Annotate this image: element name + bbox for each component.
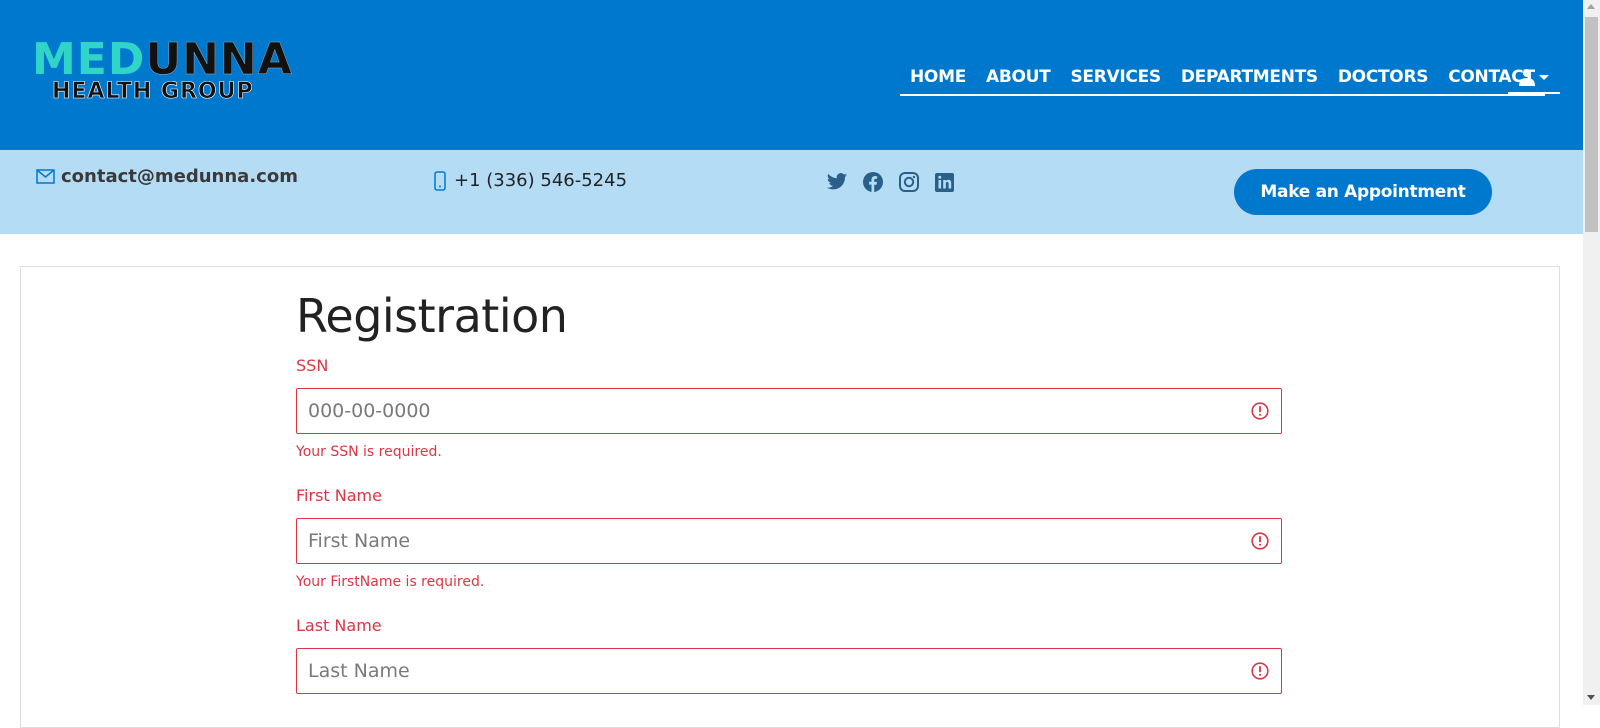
instagram-icon[interactable] [898, 171, 920, 193]
main-nav: HOME ABOUT SERVICES DEPARTMENTS DOCTORS … [900, 60, 1545, 96]
ssn-label: SSN [296, 356, 329, 375]
error-icon [1251, 532, 1269, 550]
last-name-input[interactable] [296, 648, 1282, 694]
site-header: MEDUNNA HEALTH GROUP HOME ABOUT SERVICES… [0, 0, 1583, 150]
contact-phone[interactable]: +1 (336) 546-5245 [434, 170, 627, 191]
scroll-up-arrow-icon[interactable] [1587, 4, 1595, 9]
user-icon [1519, 69, 1535, 86]
ssn-input-wrapper [296, 388, 1282, 434]
first-name-input-wrapper [296, 518, 1282, 564]
scroll-down-arrow-icon[interactable] [1587, 695, 1595, 700]
contact-email[interactable]: contact@medunna.com [36, 166, 298, 187]
logo-med: MED [32, 34, 146, 85]
logo-unna: UNNA [145, 34, 293, 85]
registration-form: Registration SSN Your SSN is required. F… [296, 286, 1282, 694]
chevron-down-icon [1539, 74, 1549, 80]
scrollbar-thumb[interactable] [1585, 17, 1598, 232]
error-icon [1251, 402, 1269, 420]
make-appointment-button[interactable]: Make an Appointment [1234, 169, 1492, 215]
first-name-field-group: First Name Your FirstName is required. [296, 486, 1282, 592]
email-text: contact@medunna.com [61, 166, 298, 187]
logo-line-1: MEDUNNA [32, 37, 293, 82]
linkedin-icon[interactable] [934, 172, 955, 193]
page-scrollbar[interactable] [1583, 0, 1600, 705]
ssn-field-group: SSN Your SSN is required. [296, 356, 1282, 462]
last-name-input-wrapper [296, 648, 1282, 694]
ssn-error-message: Your SSN is required. [296, 444, 442, 460]
account-menu-toggle[interactable] [1508, 62, 1560, 94]
mobile-phone-icon [434, 170, 446, 191]
logo[interactable]: MEDUNNA HEALTH GROUP [32, 37, 392, 108]
twitter-icon[interactable] [826, 172, 848, 192]
nav-doctors[interactable]: DOCTORS [1328, 62, 1438, 92]
social-links [826, 171, 955, 193]
last-name-label: Last Name [296, 616, 382, 635]
envelope-icon [36, 169, 55, 184]
phone-text: +1 (336) 546-5245 [454, 170, 628, 191]
page-title: Registration [296, 289, 568, 343]
ssn-input[interactable] [296, 388, 1282, 434]
nav-home[interactable]: HOME [900, 62, 976, 92]
nav-departments[interactable]: DEPARTMENTS [1171, 62, 1328, 92]
first-name-input[interactable] [296, 518, 1282, 564]
contact-bar: contact@medunna.com +1 (336) 546-5245 Ma… [0, 150, 1583, 234]
nav-services[interactable]: SERVICES [1060, 62, 1170, 92]
error-icon [1251, 662, 1269, 680]
nav-about[interactable]: ABOUT [976, 62, 1060, 92]
logo-line-2: HEALTH GROUP [52, 79, 254, 104]
first-name-error-message: Your FirstName is required. [296, 574, 485, 590]
last-name-field-group: Last Name [296, 616, 1282, 694]
facebook-icon[interactable] [862, 171, 884, 193]
first-name-label: First Name [296, 486, 382, 505]
